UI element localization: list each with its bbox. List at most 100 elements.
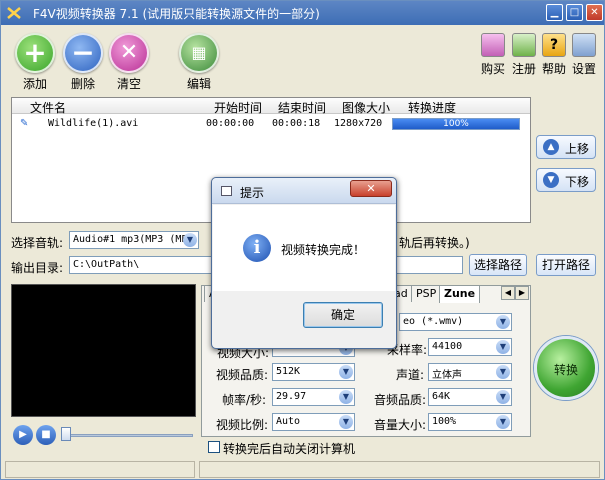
help-label: 帮助 bbox=[541, 62, 566, 76]
fps-select[interactable]: 29.97 ▼ bbox=[272, 388, 355, 406]
seek-track[interactable] bbox=[65, 434, 193, 437]
chevron-down-icon: ▼ bbox=[339, 365, 353, 379]
channel-value: 立体声 bbox=[432, 370, 462, 381]
convert-button[interactable]: 转换 bbox=[534, 336, 598, 400]
double-up-icon: ▲ bbox=[543, 139, 559, 155]
status-segment bbox=[199, 461, 600, 478]
tab-scroll-left[interactable]: ◀ bbox=[501, 286, 515, 300]
close-button[interactable]: ✕ bbox=[586, 4, 603, 21]
audio-quality-label: 音频品质: bbox=[374, 393, 427, 407]
table-row[interactable]: ✎ Wildlife(1).avi 00:00:00 00:00:18 1280… bbox=[12, 116, 530, 132]
volume-label: 音量大小: bbox=[374, 418, 427, 432]
clear-label: 清空 bbox=[116, 77, 141, 91]
format-value: eo (*.wmv) bbox=[403, 316, 464, 327]
output-dir-label: 输出目录: bbox=[11, 261, 64, 275]
browse-path-button[interactable]: 选择路径 bbox=[469, 254, 527, 276]
buy-button[interactable]: 购买 bbox=[478, 33, 508, 77]
sample-rate-value: 44100 bbox=[432, 341, 463, 352]
tab-zune[interactable]: Zune bbox=[439, 285, 481, 303]
video-quality-label: 视频品质: bbox=[216, 368, 269, 382]
dialog-close-button[interactable]: ✕ bbox=[350, 180, 392, 197]
add-label: 添加 bbox=[22, 77, 47, 91]
play-button[interactable]: ▶ bbox=[13, 425, 33, 445]
column-header[interactable]: 开始时间 bbox=[214, 99, 262, 116]
ok-button[interactable]: 确定 bbox=[303, 302, 383, 328]
convert-label: 转换 bbox=[553, 363, 578, 377]
conversion-progress: 100% bbox=[392, 118, 520, 130]
key-icon bbox=[512, 33, 536, 57]
delete-button[interactable]: − 删除 bbox=[61, 33, 105, 92]
message-dialog: 提示 ✕ i 视频转换完成！ 确定 bbox=[211, 177, 397, 349]
clear-button[interactable]: ✕ 清空 bbox=[107, 33, 151, 92]
audio-quality-value: 64K bbox=[432, 391, 451, 402]
chevron-down-icon: ▼ bbox=[496, 315, 510, 329]
auto-shutdown-checkbox[interactable] bbox=[208, 441, 220, 453]
register-label: 注册 bbox=[511, 62, 536, 76]
stop-button[interactable]: ■ bbox=[36, 425, 56, 445]
open-path-button[interactable]: 打开路径 bbox=[536, 254, 596, 276]
format-select[interactable]: eo (*.wmv) ▼ bbox=[399, 313, 512, 331]
title-bar[interactable]: F4V视频转换器 7.1 (试用版只能转换源文件的一部分) ▁ □ ✕ bbox=[1, 1, 604, 25]
register-button[interactable]: 注册 bbox=[509, 33, 539, 77]
move-up-label: 上移 bbox=[565, 142, 590, 156]
aspect-select[interactable]: Auto ▼ bbox=[272, 413, 355, 431]
audio-quality-select[interactable]: 64K ▼ bbox=[428, 388, 512, 406]
output-dir-value: C:\OutPath\ bbox=[73, 259, 140, 270]
help-button[interactable]: ? 帮助 bbox=[539, 33, 569, 77]
fps-label: 帧率/秒: bbox=[222, 393, 267, 407]
channel-select[interactable]: 立体声 ▼ bbox=[428, 363, 512, 381]
edit-button[interactable]: ▦ 编辑 bbox=[177, 33, 221, 92]
tab-psp[interactable]: PSP bbox=[411, 285, 442, 302]
channel-label: 声道: bbox=[396, 368, 425, 382]
tools-icon bbox=[572, 33, 596, 57]
column-header[interactable]: 图像大小 bbox=[342, 99, 390, 116]
volume-select[interactable]: 100% ▼ bbox=[428, 413, 512, 431]
audio-track-value: Audio#1 mp3(MP3 (MPE bbox=[73, 234, 194, 245]
aspect-label: 视频比例: bbox=[216, 418, 269, 432]
progress-text: 100% bbox=[443, 119, 469, 129]
window-title: F4V视频转换器 7.1 (试用版只能转换源文件的一部分) bbox=[33, 7, 320, 21]
chevron-down-icon: ▼ bbox=[496, 340, 510, 354]
settings-button[interactable]: 设置 bbox=[569, 33, 599, 77]
plus-icon: + bbox=[15, 33, 55, 73]
chevron-down-icon: ▼ bbox=[183, 233, 197, 247]
chevron-down-icon: ▼ bbox=[339, 390, 353, 404]
window-icon bbox=[221, 186, 232, 196]
info-icon: i bbox=[243, 234, 271, 262]
column-header[interactable]: 结束时间 bbox=[278, 99, 326, 116]
fps-value: 29.97 bbox=[276, 391, 307, 402]
auto-shutdown-label: 转换完后自动关闭计算机 bbox=[223, 442, 356, 456]
seek-slider[interactable] bbox=[61, 427, 71, 441]
video-file-icon: ✎ bbox=[20, 118, 29, 129]
file-list-header: 文件名 开始时间 结束时间 图像大小 转换进度 bbox=[12, 98, 530, 116]
maximize-button[interactable]: □ bbox=[566, 4, 583, 21]
status-bar bbox=[5, 461, 600, 478]
edit-label: 编辑 bbox=[186, 77, 211, 91]
chevron-down-icon: ▼ bbox=[496, 390, 510, 404]
column-header[interactable]: 文件名 bbox=[30, 99, 66, 116]
chevron-down-icon: ▼ bbox=[496, 365, 510, 379]
move-up-button[interactable]: ▲ 上移 bbox=[536, 135, 596, 159]
audio-track-select[interactable]: Audio#1 mp3(MP3 (MPE ▼ bbox=[69, 231, 199, 249]
sample-rate-select[interactable]: 44100 ▼ bbox=[428, 338, 512, 356]
move-down-button[interactable]: ▼ 下移 bbox=[536, 168, 596, 192]
move-down-label: 下移 bbox=[565, 175, 590, 189]
add-button[interactable]: + 添加 bbox=[13, 33, 57, 92]
x-icon: ✕ bbox=[109, 33, 149, 73]
main-window: F4V视频转换器 7.1 (试用版只能转换源文件的一部分) ▁ □ ✕ + 添加… bbox=[0, 0, 605, 480]
status-segment bbox=[5, 461, 195, 478]
column-header[interactable]: 转换进度 bbox=[408, 99, 456, 116]
dialog-message: 视频转换完成！ bbox=[281, 243, 366, 257]
tab-scroll-right[interactable]: ▶ bbox=[515, 286, 529, 300]
audio-track-label: 选择音轨: bbox=[11, 236, 64, 250]
aspect-value: Auto bbox=[276, 416, 301, 427]
dialog-title-bar[interactable]: 提示 ✕ bbox=[212, 178, 396, 204]
app-icon bbox=[7, 7, 21, 19]
volume-value: 100% bbox=[432, 416, 457, 427]
video-quality-select[interactable]: 512K ▼ bbox=[272, 363, 355, 381]
chevron-down-icon: ▼ bbox=[339, 415, 353, 429]
image-size: 1280x720 bbox=[334, 118, 383, 129]
minimize-button[interactable]: ▁ bbox=[546, 4, 563, 21]
start-time: 00:00:00 bbox=[206, 118, 255, 129]
settings-label: 设置 bbox=[571, 62, 596, 76]
